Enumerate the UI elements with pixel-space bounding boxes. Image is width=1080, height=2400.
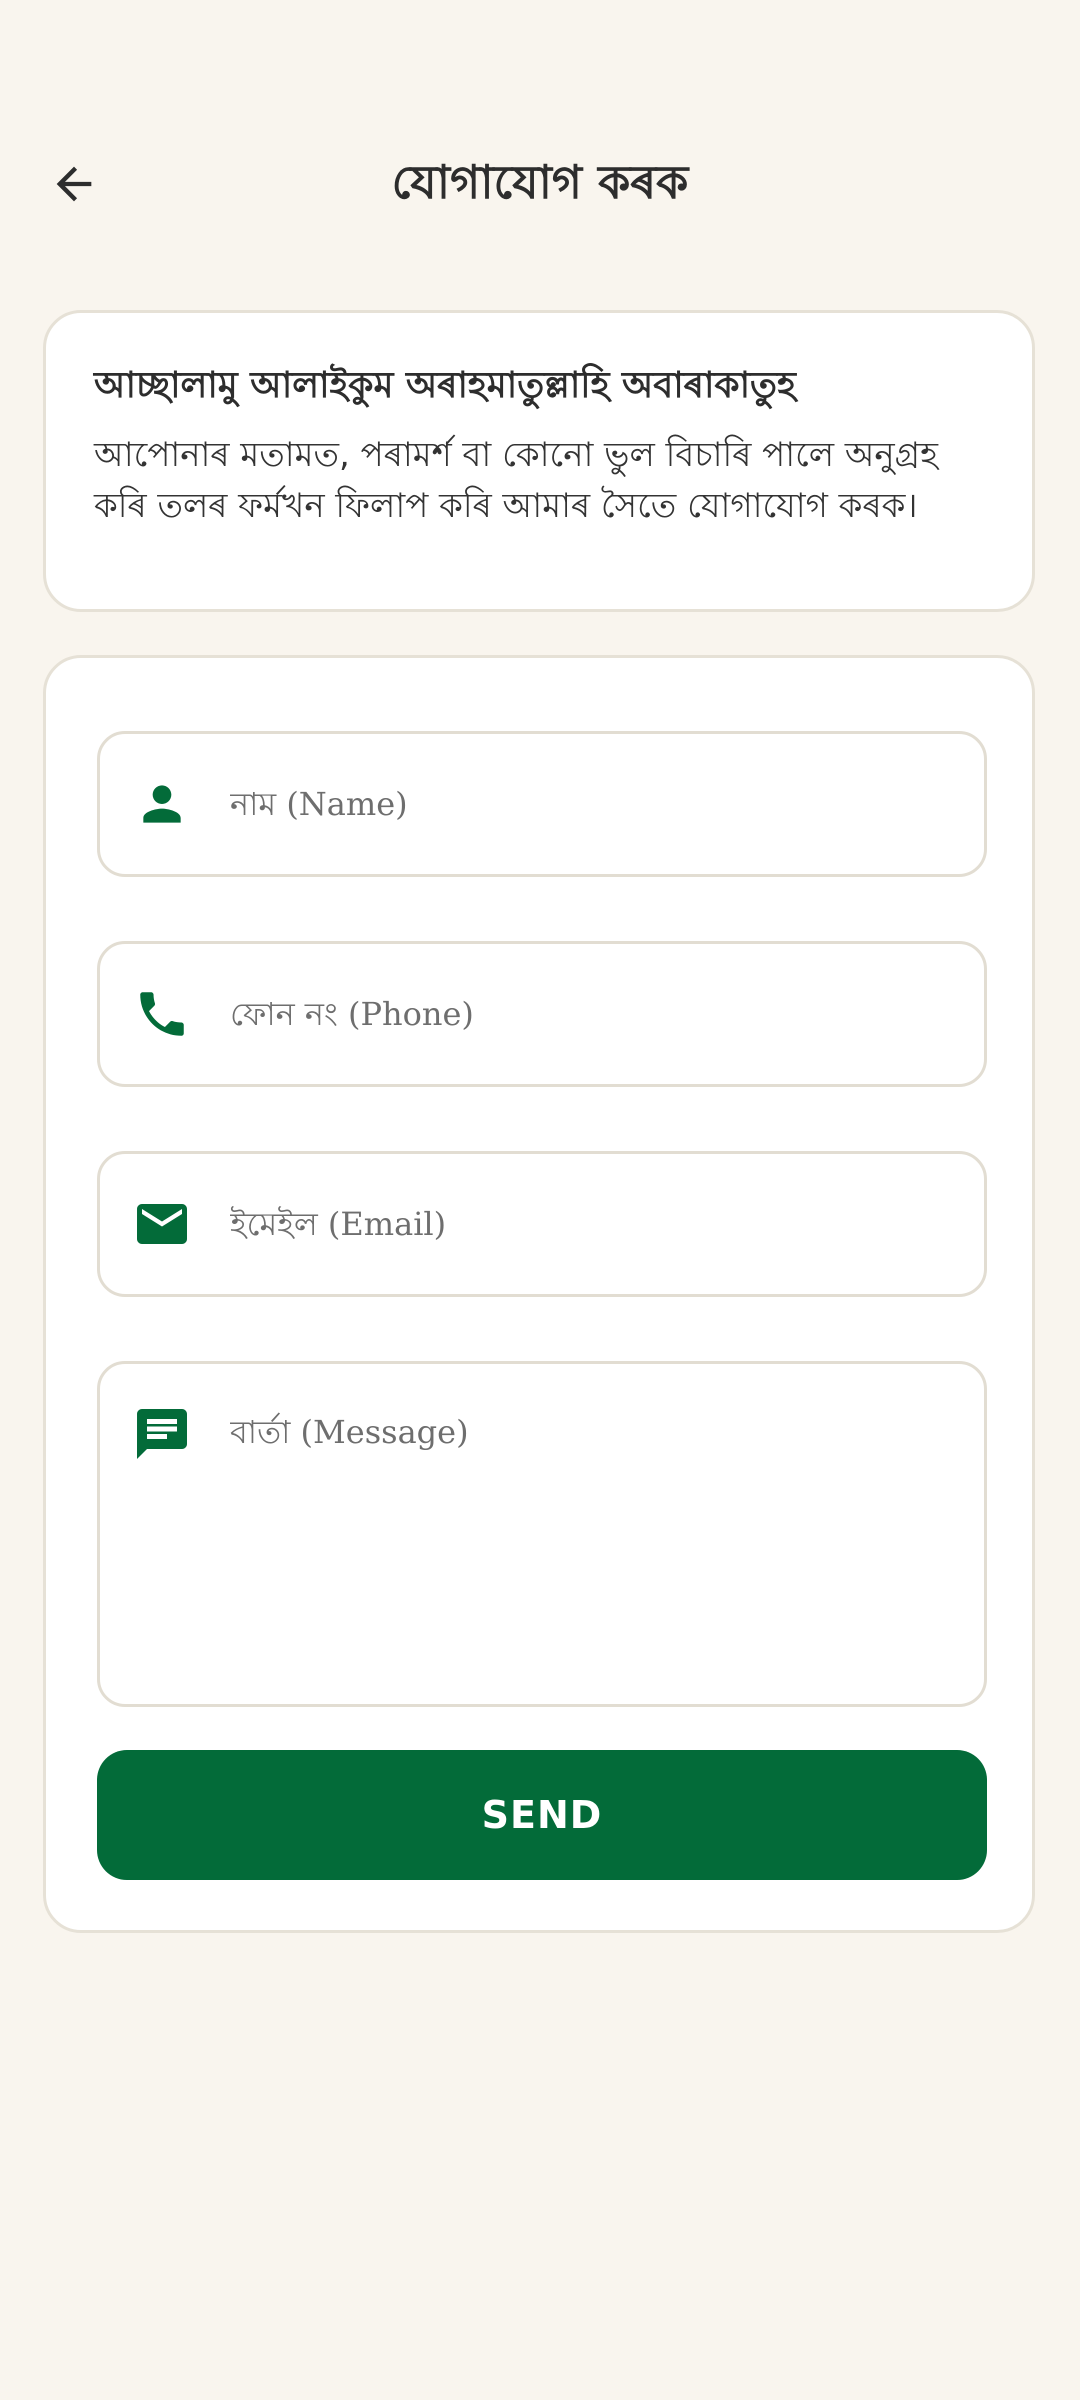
name-field[interactable] [97,731,987,877]
send-button[interactable]: SEND [97,1750,987,1880]
greeting-text: আচ্ছালামু আলাইকুম অৰাহমাতুল্লাহি অবাৰাকা… [94,365,796,406]
message-icon [132,1404,192,1464]
page-title: যোগাযোগ কৰক [391,155,689,209]
phone-icon [132,984,192,1044]
intro-description: আপোনাৰ মতামত, পৰামৰ্শ বা কোনো ভুল বিচাৰি… [94,434,938,526]
message-field[interactable] [97,1361,987,1707]
email-input[interactable] [230,1154,950,1294]
email-field[interactable] [97,1151,987,1297]
top-app-bar: যোগাযোগ কৰক [0,120,1080,240]
phone-input[interactable] [230,944,950,1084]
contact-form-card: SEND [43,655,1035,1933]
mail-icon [132,1194,192,1254]
name-input[interactable] [230,734,950,874]
intro-card: আচ্ছালামু আলাইকুম অৰাহমাতুল্লাহি অবাৰাকা… [43,310,1035,612]
person-icon [132,774,192,834]
phone-field[interactable] [97,941,987,1087]
message-input[interactable] [230,1412,950,1682]
